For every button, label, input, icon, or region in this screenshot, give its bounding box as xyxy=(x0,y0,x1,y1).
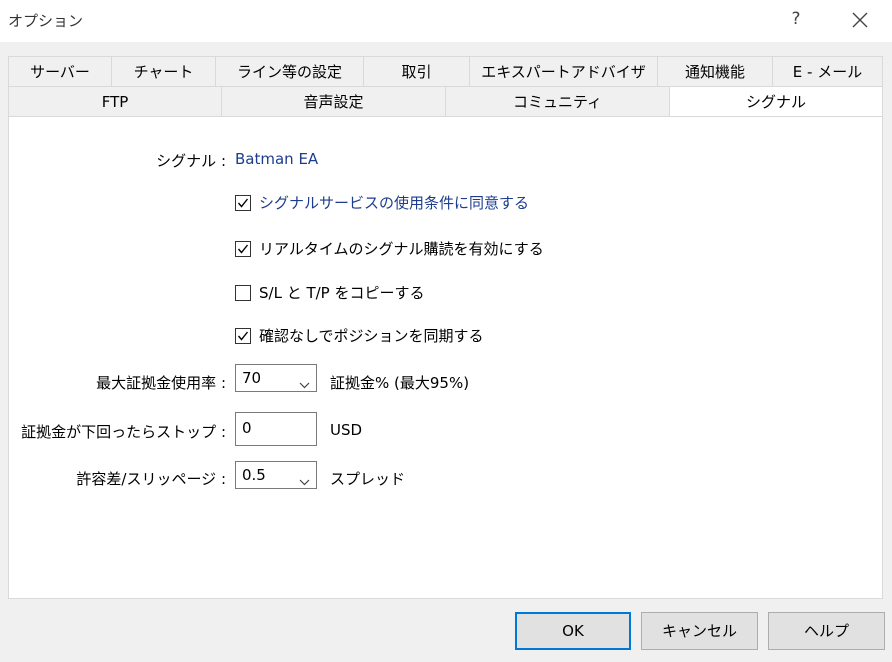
help-question-button[interactable]: ? xyxy=(788,8,804,30)
slippage-label: 許容差/スリッページ : xyxy=(76,470,226,488)
window-title: オプション xyxy=(8,12,84,30)
tab-line-settings[interactable]: ライン等の設定 xyxy=(215,56,363,86)
stop-margin-unit: USD xyxy=(330,421,363,439)
agree-terms-label[interactable]: シグナルサービスの使用条件に同意する xyxy=(259,192,529,214)
chevron-down-icon xyxy=(299,471,310,490)
sync-positions-label: 確認なしでポジションを同期する xyxy=(259,327,484,345)
signal-label: シグナル : xyxy=(156,152,226,170)
tab-community[interactable]: コミュニティ xyxy=(445,86,669,116)
stop-margin-input[interactable]: 0 xyxy=(235,412,317,446)
slippage-value: 0.5 xyxy=(242,466,266,484)
tab-chart[interactable]: チャート xyxy=(111,56,215,86)
agree-terms-checkbox[interactable] xyxy=(235,195,251,211)
stop-margin-label: 証拠金が下回ったらストップ : xyxy=(21,423,226,441)
max-margin-value: 70 xyxy=(242,369,262,387)
sync-positions-checkbox[interactable] xyxy=(235,328,251,344)
tab-row-lower: FTP 音声設定 コミュニティ シグナル xyxy=(8,86,883,116)
ok-button[interactable]: OK xyxy=(515,612,631,650)
stop-margin-value: 0 xyxy=(242,419,252,437)
tab-server[interactable]: サーバー xyxy=(8,56,111,86)
realtime-subscription-checkbox[interactable] xyxy=(235,241,251,257)
max-margin-select[interactable]: 70 xyxy=(235,364,317,392)
tab-row-upper: サーバー チャート ライン等の設定 取引 エキスパートアドバイザ 通知機能 E … xyxy=(8,56,883,86)
close-icon[interactable] xyxy=(848,8,872,32)
chevron-down-icon xyxy=(299,374,310,393)
slippage-unit: スプレッド xyxy=(330,470,406,488)
copy-sltp-label: S/L と T/P をコピーする xyxy=(259,284,425,302)
signal-name-link[interactable]: Batman EA xyxy=(235,150,318,168)
title-bar: オプション ? xyxy=(0,0,892,42)
realtime-subscription-label: リアルタイムのシグナル購読を有効にする xyxy=(259,240,544,258)
max-margin-label: 最大証拠金使用率 : xyxy=(96,374,226,392)
help-button[interactable]: ヘルプ xyxy=(768,612,885,650)
tab-sound[interactable]: 音声設定 xyxy=(221,86,445,116)
cancel-button[interactable]: キャンセル xyxy=(641,612,758,650)
tab-ftp[interactable]: FTP xyxy=(8,86,221,116)
slippage-select[interactable]: 0.5 xyxy=(235,461,317,489)
signals-panel xyxy=(8,116,883,599)
tab-trade[interactable]: 取引 xyxy=(363,56,469,86)
tab-notifications[interactable]: 通知機能 xyxy=(657,56,772,86)
copy-sltp-checkbox[interactable] xyxy=(235,285,251,301)
tab-signals[interactable]: シグナル xyxy=(669,86,883,116)
tab-email[interactable]: E - メール xyxy=(772,56,883,86)
tab-expert-advisors[interactable]: エキスパートアドバイザ xyxy=(469,56,657,86)
max-margin-unit: 証拠金% (最大95%) xyxy=(330,374,470,392)
